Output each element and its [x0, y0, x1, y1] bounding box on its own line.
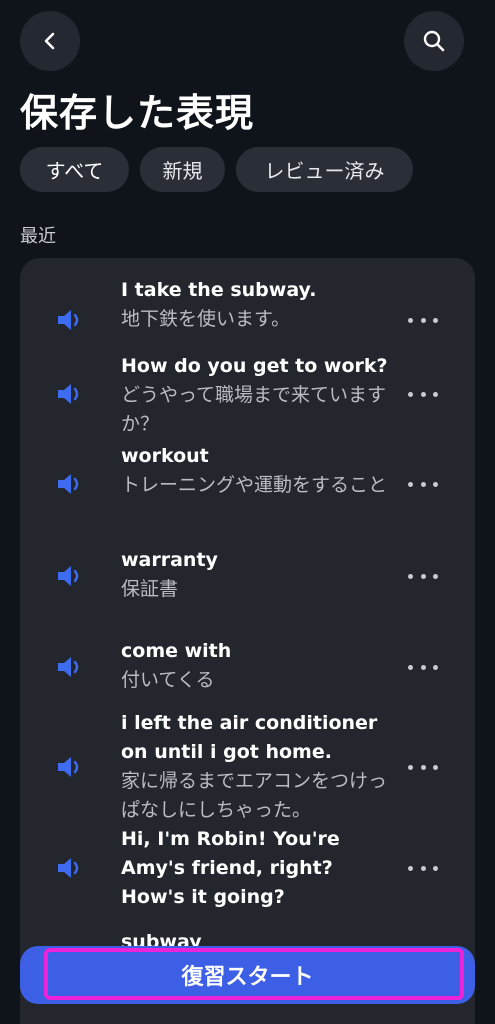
speaker-icon[interactable]	[56, 856, 84, 880]
expression-text: workout	[121, 445, 209, 467]
speaker-icon[interactable]	[56, 308, 84, 332]
more-options-icon[interactable]	[408, 315, 438, 325]
list-item[interactable]: warranty 保証書	[20, 546, 475, 616]
page-title: 保存した表現	[20, 91, 255, 135]
expression-text: I take the subway.	[121, 279, 317, 301]
speaker-icon[interactable]	[56, 564, 84, 588]
list-item[interactable]: i left the air conditioner on until i go…	[20, 709, 475, 829]
list-item[interactable]: workout トレーニングや運動をすること	[20, 442, 475, 532]
more-options-icon[interactable]	[408, 479, 438, 489]
list-item[interactable]: come with 付いてくる	[20, 637, 475, 707]
filter-chip-all[interactable]: すべて	[20, 147, 129, 192]
speaker-icon[interactable]	[56, 472, 84, 496]
filter-chip-new[interactable]: 新規	[140, 147, 225, 192]
annotation-highlight	[44, 948, 464, 1000]
chevron-left-icon	[44, 32, 55, 50]
filter-chip-reviewed[interactable]: レビュー済み	[236, 147, 413, 192]
translation-text: 家に帰るまでエアコンをつけっぱなしにしちゃった。	[121, 770, 388, 821]
search-icon	[423, 30, 445, 52]
translation-text: 保証書	[121, 578, 179, 600]
section-label-recent: 最近	[20, 226, 56, 247]
expression-list: I take the subway. 地下鉄を使います。 How do you …	[20, 258, 475, 1024]
search-button[interactable]	[404, 11, 464, 71]
more-options-icon[interactable]	[408, 389, 438, 399]
translation-text: 地下鉄を使います。	[121, 308, 291, 330]
more-options-icon[interactable]	[408, 571, 438, 581]
speaker-icon[interactable]	[56, 382, 84, 406]
translation-text: 付いてくる	[121, 669, 215, 691]
expression-text: How do you get to work?	[121, 355, 388, 377]
list-item[interactable]: How do you get to work? どうやって職場まで来ていますか？	[20, 352, 475, 442]
list-item[interactable]: I take the subway. 地下鉄を使います。	[20, 276, 475, 356]
list-item[interactable]: Hi, I'm Robin! You're Amy's friend, righ…	[20, 825, 475, 915]
more-options-icon[interactable]	[408, 863, 438, 873]
more-options-icon[interactable]	[408, 762, 438, 772]
expression-text: come with	[121, 640, 232, 662]
more-options-icon[interactable]	[408, 662, 438, 672]
expression-text: i left the air conditioner on until i go…	[121, 712, 378, 763]
speaker-icon[interactable]	[56, 655, 84, 679]
back-button[interactable]	[20, 11, 80, 71]
speaker-icon[interactable]	[56, 755, 84, 779]
saved-expressions-screen: 保存した表現 すべて 新規 レビュー済み 最近 I take the subwa…	[0, 0, 495, 1024]
translation-text: トレーニングや運動をすること	[121, 474, 388, 496]
translation-text: どうやって職場まで来ていますか？	[121, 384, 387, 435]
expression-text: Hi, I'm Robin! You're Amy's friend, righ…	[121, 828, 340, 908]
expression-text: warranty	[121, 549, 218, 571]
